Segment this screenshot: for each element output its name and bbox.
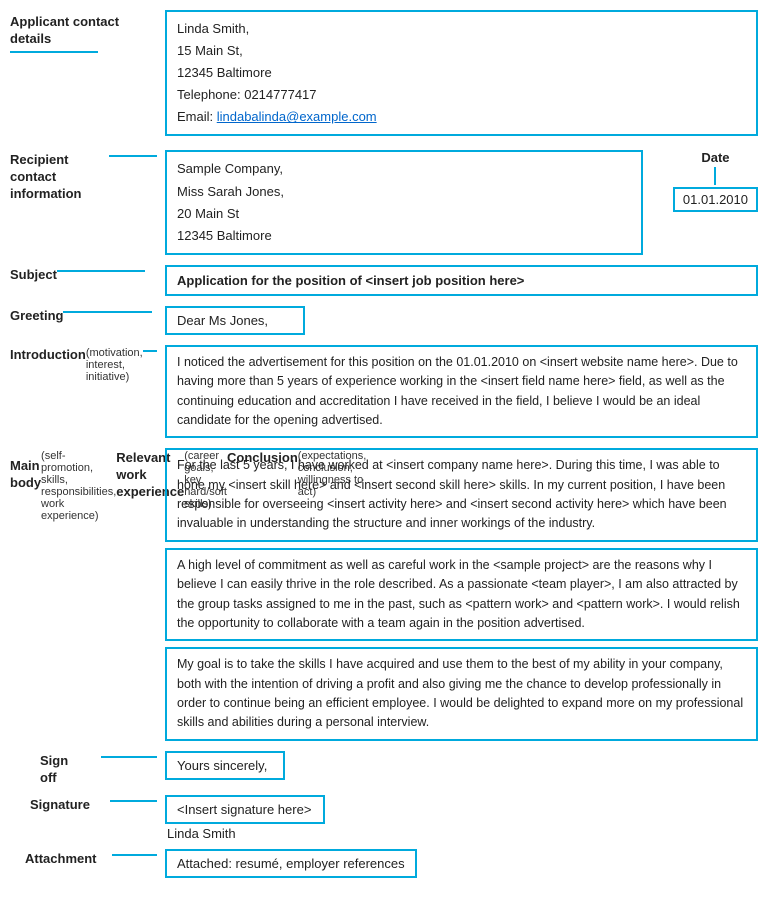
- attachment-label: Attachment: [10, 851, 97, 868]
- attachment-content: Attached: resumé, employer references: [165, 849, 758, 882]
- greeting-box: Dear Ms Jones,: [165, 306, 305, 335]
- subject-box: Application for the position of <insert …: [165, 265, 758, 296]
- applicant-email-line: Email: lindabalinda@example.com: [177, 106, 746, 128]
- greeting-content: Dear Ms Jones,: [165, 306, 758, 341]
- signoff-label-block: Sign off: [10, 751, 165, 787]
- signoff-box: Yours sincerely,: [165, 751, 285, 780]
- main-body-para-1: For the last 5 years, I have worked at <…: [165, 448, 758, 542]
- main-body-sub: (self-promotion, skills, responsibilitie…: [41, 450, 116, 522]
- introduction-sub: (motivation, interest, initiative): [86, 347, 143, 383]
- signature-label: Signature: [10, 797, 90, 814]
- applicant-email-prefix: Email:: [177, 109, 217, 124]
- date-connector-line: [714, 167, 716, 185]
- main-body-para-2: A high level of commitment as well as ca…: [165, 548, 758, 642]
- signoff-row: Sign off Yours sincerely,: [10, 751, 758, 791]
- signature-row: Signature <Insert signature here> Linda …: [10, 795, 758, 845]
- recipient-content-area: Sample Company, Miss Sarah Jones, 20 Mai…: [165, 150, 758, 260]
- recipient-company: Sample Company,: [177, 158, 631, 180]
- recipient-box-wrap: Sample Company, Miss Sarah Jones, 20 Mai…: [165, 150, 643, 260]
- subject-row: Subject Application for the position of …: [10, 265, 758, 302]
- signature-name: Linda Smith: [165, 826, 758, 841]
- applicant-content: Linda Smith, 15 Main St, 12345 Baltimore…: [165, 10, 758, 142]
- introduction-underline: [143, 350, 157, 352]
- applicant-label: Applicant contact details: [10, 14, 157, 48]
- introduction-content: I noticed the advertisement for this pos…: [165, 345, 758, 445]
- introduction-label-block: Introduction (motivation, interest, init…: [10, 345, 165, 383]
- subject-label: Subject: [10, 267, 57, 284]
- main-body-label: Main body: [10, 450, 41, 492]
- recipient-underline: [109, 155, 157, 157]
- applicant-name: Linda Smith,: [177, 18, 746, 40]
- main-body-labels: Main body (self-promotion, skills, respo…: [10, 448, 165, 550]
- signature-underline: [110, 800, 157, 802]
- greeting-label: Greeting: [10, 308, 63, 325]
- greeting-underline: [63, 311, 151, 313]
- date-block: Date 01.01.2010: [673, 150, 758, 212]
- attachment-row: Attachment Attached: resumé, employer re…: [10, 849, 758, 882]
- introduction-row: Introduction (motivation, interest, init…: [10, 345, 758, 445]
- applicant-address1: 15 Main St,: [177, 40, 746, 62]
- date-label: Date: [701, 150, 729, 165]
- applicant-underline: [10, 51, 98, 53]
- recipient-contact: Miss Sarah Jones,: [177, 181, 631, 203]
- recipient-info-box: Sample Company, Miss Sarah Jones, 20 Mai…: [165, 150, 643, 254]
- applicant-section: Applicant contact details Linda Smith, 1…: [10, 10, 758, 142]
- recipient-label-block: Recipient contact information: [10, 150, 165, 203]
- attachment-underline: [112, 854, 157, 856]
- recipient-date-row: Recipient contact information Sample Com…: [10, 150, 758, 260]
- main-body-content: For the last 5 years, I have worked at <…: [165, 448, 758, 747]
- signoff-underline: [101, 756, 157, 758]
- introduction-label: Introduction: [10, 347, 86, 364]
- date-value-box: 01.01.2010: [673, 187, 758, 212]
- greeting-row: Greeting Dear Ms Jones,: [10, 306, 758, 341]
- greeting-label-block: Greeting: [10, 306, 165, 325]
- recipient-city: 12345 Baltimore: [177, 225, 631, 247]
- applicant-city: 12345 Baltimore: [177, 62, 746, 84]
- attachment-box: Attached: resumé, employer references: [165, 849, 417, 878]
- recipient-label: Recipient contact information: [10, 152, 109, 203]
- applicant-label-block: Applicant contact details: [10, 10, 165, 53]
- main-body-para-3: My goal is to take the skills I have acq…: [165, 647, 758, 741]
- signature-placeholder-box: <Insert signature here>: [165, 795, 325, 824]
- subject-content: Application for the position of <insert …: [165, 265, 758, 302]
- attachment-label-block: Attachment: [10, 849, 165, 868]
- introduction-box: I noticed the advertisement for this pos…: [165, 345, 758, 439]
- signature-label-block: Signature: [10, 795, 165, 814]
- signoff-content: Yours sincerely,: [165, 751, 758, 784]
- signoff-label: Sign off: [10, 753, 71, 787]
- recipient-address: 20 Main St: [177, 203, 631, 225]
- subject-underline: [57, 270, 145, 272]
- main-body-row: Main body (self-promotion, skills, respo…: [10, 448, 758, 747]
- signature-content: <Insert signature here> Linda Smith: [165, 795, 758, 845]
- subject-label-block: Subject: [10, 265, 165, 284]
- applicant-telephone: Telephone: 0214777417: [177, 84, 746, 106]
- applicant-email-link[interactable]: lindabalinda@example.com: [217, 109, 377, 124]
- applicant-info-box: Linda Smith, 15 Main St, 12345 Baltimore…: [165, 10, 758, 136]
